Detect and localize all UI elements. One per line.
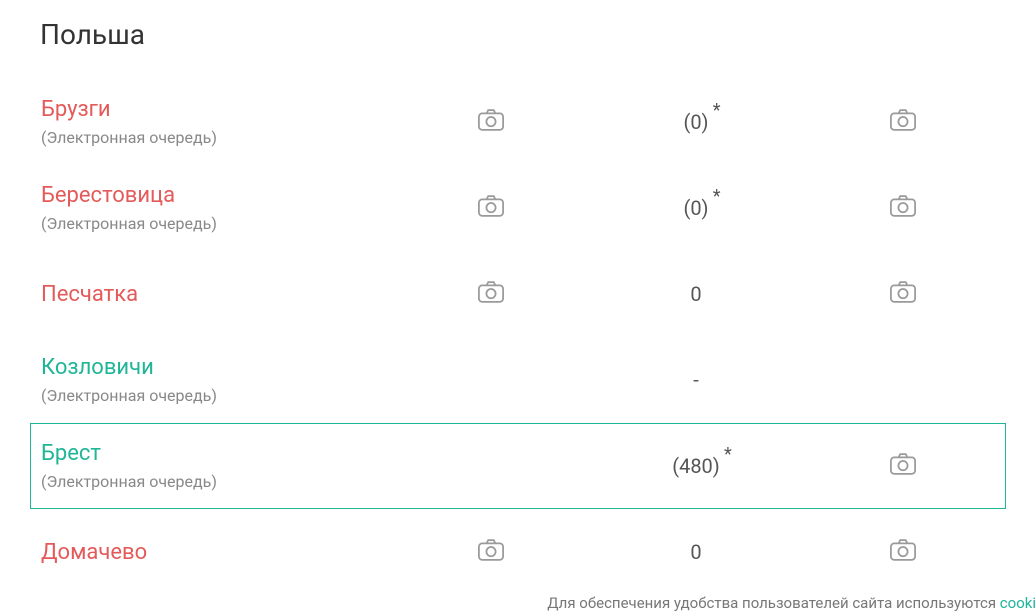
- checkpoint-link[interactable]: Домачево: [41, 540, 401, 565]
- checkpoint-link[interactable]: Козловичи: [41, 355, 401, 380]
- camera-icon[interactable]: [889, 281, 917, 303]
- electronic-queue-link[interactable]: (Электронная очередь): [41, 128, 401, 147]
- electronic-queue-link[interactable]: (Электронная очередь): [41, 472, 401, 491]
- queue-value: (0): [683, 110, 708, 134]
- table-row: Брузги (Электронная очередь) (0)*: [30, 79, 1006, 165]
- checkpoint-list: Брузги(Электронная очередь)(0)*Берестови…: [30, 79, 1006, 595]
- cookie-notice-text: Для обеспечения удобства пользователей с…: [547, 594, 1000, 612]
- camera-icon[interactable]: [477, 539, 505, 561]
- cookie-link[interactable]: cooki: [1000, 594, 1036, 612]
- table-row: Берестовица (Электронная очередь) (0)*: [30, 165, 1006, 251]
- queue-value: 0: [690, 540, 701, 564]
- camera-icon[interactable]: [889, 109, 917, 131]
- asterisk-icon: *: [713, 186, 721, 207]
- checkpoint-link[interactable]: Брест: [41, 441, 401, 466]
- asterisk-icon: *: [713, 100, 721, 121]
- camera-icon[interactable]: [477, 109, 505, 131]
- table-row: Песчатка 0: [30, 251, 1006, 337]
- camera-icon[interactable]: [889, 195, 917, 217]
- queue-value: (480): [672, 454, 720, 478]
- electronic-queue-link[interactable]: (Электронная очередь): [41, 214, 401, 233]
- section-title: Польша: [40, 18, 1006, 51]
- checkpoint-link[interactable]: Брузги: [41, 97, 401, 122]
- queue-value: (0): [683, 196, 708, 220]
- asterisk-icon: *: [724, 444, 732, 465]
- table-row: Домачево 0: [30, 509, 1006, 595]
- electronic-queue-link[interactable]: (Электронная очередь): [41, 386, 401, 405]
- cookie-notice: Для обеспечения удобства пользователей с…: [0, 590, 1036, 616]
- table-row: Брест (Электронная очередь) (480)*: [30, 423, 1006, 509]
- camera-icon[interactable]: [889, 453, 917, 475]
- queue-value: -: [693, 368, 699, 392]
- queue-value: 0: [690, 282, 701, 306]
- camera-icon[interactable]: [477, 281, 505, 303]
- checkpoint-link[interactable]: Берестовица: [41, 183, 401, 208]
- table-row: Козловичи (Электронная очередь) -: [30, 337, 1006, 423]
- checkpoint-link[interactable]: Песчатка: [41, 282, 401, 307]
- camera-icon[interactable]: [477, 195, 505, 217]
- camera-icon[interactable]: [889, 539, 917, 561]
